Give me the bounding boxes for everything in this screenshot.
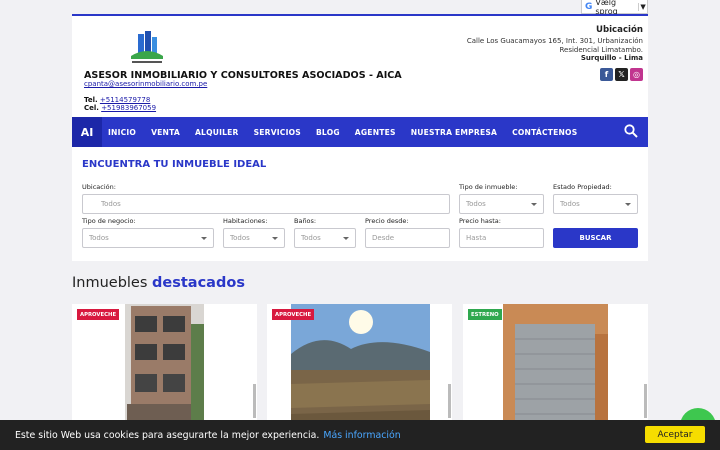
cell-line: Cel. +51983967059 bbox=[84, 104, 156, 112]
tel-label: Tel. bbox=[84, 96, 98, 104]
property-search-panel: ENCUENTRA TU INMUEBLE IDEAL Ubicación: T… bbox=[72, 147, 648, 261]
precio-desde-input[interactable]: Desde bbox=[365, 228, 450, 248]
cookie-more-info-link[interactable]: Más información bbox=[323, 430, 400, 441]
featured-title-accent: destacados bbox=[152, 275, 245, 291]
featured-title-plain: Inmuebles bbox=[72, 275, 148, 291]
estado-label: Estado Propiedad: bbox=[553, 183, 612, 191]
precio-hasta-input[interactable]: Hasta bbox=[459, 228, 544, 248]
habitaciones-select[interactable]: Todos bbox=[223, 228, 285, 248]
ubicacion-input[interactable]: Todos bbox=[82, 194, 450, 214]
nav-item-blog[interactable]: BLOG bbox=[316, 128, 340, 137]
nav-item-contactenos[interactable]: CONTÁCTENOS bbox=[512, 128, 577, 137]
status-badge: ESTRENO bbox=[468, 309, 502, 320]
tipo-inmueble-label: Tipo de inmueble: bbox=[459, 183, 518, 191]
dropdown-arrow-icon bbox=[343, 237, 349, 243]
tipo-negocio-value: Todos bbox=[89, 234, 109, 242]
banos-value: Todos bbox=[301, 234, 321, 242]
location-city: Surquillo - Lima bbox=[580, 54, 643, 62]
x-icon[interactable]: 𝕏 bbox=[615, 68, 628, 81]
habitaciones-value: Todos bbox=[230, 234, 250, 242]
estado-select[interactable]: Todos bbox=[553, 194, 638, 214]
banos-select[interactable]: Todos bbox=[294, 228, 356, 248]
email-link[interactable]: cpanta@asesorinmobiliario.com.pe bbox=[84, 80, 207, 88]
dropdown-arrow-icon bbox=[625, 203, 631, 209]
precio-hasta-label: Precio hasta: bbox=[459, 217, 501, 225]
tipo-negocio-label: Tipo de negocio: bbox=[82, 217, 136, 225]
estado-value: Todos bbox=[560, 200, 580, 208]
status-badge: APROVECHE bbox=[77, 309, 120, 320]
cookie-accept-button[interactable]: Aceptar bbox=[645, 426, 705, 443]
nav-item-alquiler[interactable]: ALQUILER bbox=[195, 128, 239, 137]
cel-link[interactable]: +51983967059 bbox=[101, 104, 156, 112]
social-links: f 𝕏 ◎ bbox=[600, 68, 643, 81]
nav-item-servicios[interactable]: SERVICIOS bbox=[254, 128, 301, 137]
dropdown-arrow-icon bbox=[201, 237, 207, 243]
cookie-text: Este sitio Web usa cookies para asegurar… bbox=[15, 429, 320, 441]
featured-title: Inmuebles destacados bbox=[72, 275, 245, 291]
nav-item-venta[interactable]: VENTA bbox=[151, 128, 180, 137]
google-icon: G bbox=[585, 1, 593, 12]
language-selector[interactable]: G Vælg sprog ▼ bbox=[581, 0, 648, 16]
ubicacion-label: Ubicación: bbox=[82, 183, 116, 191]
location-title: Ubicación bbox=[595, 25, 643, 35]
banos-label: Baños: bbox=[294, 217, 317, 225]
nav-item-agentes[interactable]: AGENTES bbox=[355, 128, 396, 137]
tipo-inmueble-value: Todos bbox=[466, 200, 486, 208]
search-button[interactable]: BUSCAR bbox=[553, 228, 638, 248]
main-nav: AI INICIO VENTA ALQUILER SERVICIOS BLOG … bbox=[72, 117, 648, 147]
precio-desde-label: Precio desde: bbox=[365, 217, 409, 225]
dropdown-arrow-icon bbox=[531, 203, 537, 209]
nav-brand[interactable]: AI bbox=[72, 117, 102, 147]
location-address: Calle Los Guacamayos 165, Int. 301, Urba… bbox=[466, 37, 643, 54]
image-caption-strip bbox=[448, 384, 451, 418]
cookie-banner: Este sitio Web usa cookies para asegurar… bbox=[0, 420, 720, 450]
cel-label: Cel. bbox=[84, 104, 99, 112]
site-container: ASESOR INMOBILIARIO Y CONSULTORES ASOCIA… bbox=[72, 14, 648, 261]
image-caption-strip bbox=[644, 384, 647, 418]
image-caption-strip bbox=[253, 384, 256, 418]
site-header: ASESOR INMOBILIARIO Y CONSULTORES ASOCIA… bbox=[72, 16, 648, 117]
company-logo[interactable] bbox=[127, 28, 167, 68]
tipo-negocio-select[interactable]: Todos bbox=[82, 228, 214, 248]
instagram-icon[interactable]: ◎ bbox=[630, 68, 643, 81]
tipo-inmueble-select[interactable]: Todos bbox=[459, 194, 544, 214]
dropdown-arrow-icon bbox=[272, 237, 278, 243]
search-title: ENCUENTRA TU INMUEBLE IDEAL bbox=[82, 159, 267, 170]
status-badge: APROVECHE bbox=[272, 309, 315, 320]
phone-line: Tel. +5114579778 bbox=[84, 96, 150, 104]
chevron-down-icon: ▼ bbox=[638, 2, 647, 11]
tel-link[interactable]: +5114579778 bbox=[100, 96, 150, 104]
habitaciones-label: Habitaciones: bbox=[223, 217, 268, 225]
nav-item-nuestra-empresa[interactable]: NUESTRA EMPRESA bbox=[411, 128, 497, 137]
facebook-icon[interactable]: f bbox=[600, 68, 613, 81]
search-icon[interactable] bbox=[624, 124, 638, 138]
nav-item-inicio[interactable]: INICIO bbox=[108, 128, 136, 137]
